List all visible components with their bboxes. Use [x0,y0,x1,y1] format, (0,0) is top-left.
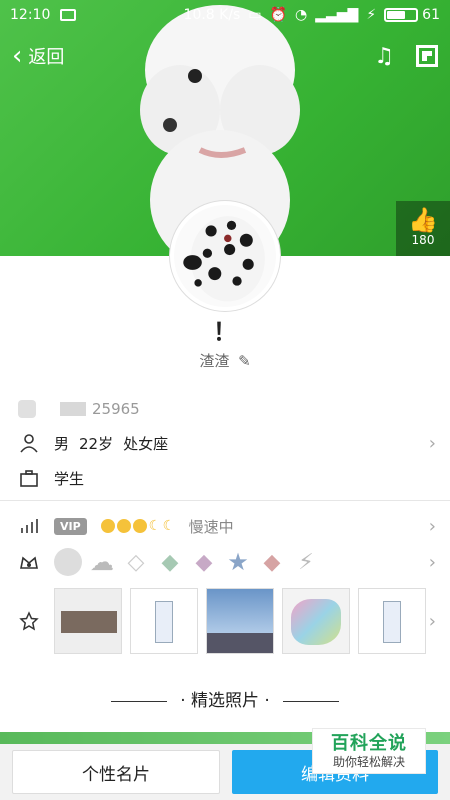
chevron-right-icon: › [428,551,436,573]
wifi-icon: ◔ [295,7,308,23]
moon-icon: ☾ [148,518,162,534]
vip-speed: 慢速中 [188,517,234,536]
level-icons: ☾ ☾ [100,518,177,534]
back-label: 返回 [28,47,65,68]
badges-row[interactable]: ☁ ◇ ◆ ◆ ★ ◆ ⚡ › [0,546,450,578]
featured-photos-header: · 精选照片 · [0,686,450,711]
photos-row[interactable]: › [0,586,450,656]
account-row: 25965 [0,394,450,424]
vip-row[interactable]: VIP ☾ ☾ 慢速中 › [0,512,450,540]
watermark-title: 百科全说 [331,733,407,754]
age: 22岁 [79,434,114,453]
avatar[interactable] [170,201,280,311]
penguin-badge-icon [54,548,82,576]
star-outline-icon [18,610,40,632]
charging-icon: ⚡ [366,7,377,23]
watermark-logo: 百科全说 助你轻松解决 [312,728,426,774]
chevron-right-icon: › [428,515,436,537]
screenshot-icon [60,9,77,21]
person-icon [18,432,40,454]
divider-line [283,700,340,702]
dalmatian-avatar-image [174,205,276,307]
thumbs-up-icon: 👍 [408,206,438,234]
lightning-badge-icon: ⚡ [298,549,314,575]
chevron-left-icon: ‹ [12,41,23,71]
like-count: 180 [411,233,435,247]
dot: · [264,691,270,711]
diamond-green-badge-icon: ◆ [161,549,179,575]
divider-line [110,700,167,702]
nickname: ！ [213,318,237,346]
sun-icon [116,519,131,533]
section-title: 精选照片 [191,691,259,711]
edit-pencil-icon[interactable]: ✎ [238,352,251,370]
account-mask [60,402,86,416]
account-number: 25965 [92,400,140,418]
dot: · [180,691,186,711]
sun-icon [100,519,115,533]
sun-icon [132,519,147,533]
briefcase-icon [18,467,40,489]
diamond-purple-badge-icon: ◆ [195,549,213,575]
profile-card-button[interactable]: 个性名片 [12,750,220,794]
status-time: 12:10 [10,7,51,23]
gem-badge-icon: ◆ [263,549,281,575]
back-button[interactable]: ‹ 返回 [12,43,64,69]
occupation: 学生 [54,469,85,488]
vip-badge: VIP [54,517,87,535]
section-divider [0,500,450,501]
net-speed: 10.8 K/s [183,7,241,23]
photo-thumbnail[interactable] [358,588,426,654]
cloud-badge-icon: ☁ [90,548,114,576]
level-chart-icon [18,515,40,537]
gender: 男 [54,434,70,453]
photo-thumbnails [54,588,426,654]
alarm-icon: ⏰ [269,7,288,23]
like-button[interactable]: 👍 180 [396,201,450,256]
remark-line[interactable]: 渣渣 ✎ [0,350,450,371]
basic-info-row[interactable]: 男 22岁 处女座 › [0,428,450,458]
qr-code-icon[interactable] [416,45,438,67]
status-bar: 12:10 10.8 K/s ▭ ⏰ ◔ ▂▃▅▇ ⚡ 61 [0,0,450,30]
remark-text: 渣渣 [199,352,230,370]
crown-icon [18,551,40,573]
photo-thumbnail[interactable] [130,588,198,654]
diamond-badge-icon: ◇ [127,549,145,575]
music-icon[interactable]: ♫ [374,44,394,69]
watermark-subtitle: 助你轻松解决 [332,755,405,769]
account-icon [18,400,36,418]
moon-icon: ☾ [162,518,176,534]
vibrate-icon: ▭ [248,7,262,23]
occupation-row[interactable]: 学生 [0,463,450,493]
battery-icon [384,8,419,22]
battery: 61 [384,7,440,23]
signal-icon: ▂▃▅▇ [315,7,359,23]
photo-thumbnail[interactable] [282,588,350,654]
photo-thumbnail[interactable] [54,588,122,654]
zodiac: 处女座 [123,434,169,453]
battery-percent: 61 [422,7,440,23]
star-badge-icon: ★ [227,548,249,576]
photo-thumbnail[interactable] [206,588,274,654]
chevron-right-icon: › [428,432,436,454]
top-nav: ‹ 返回 ♫ [0,36,450,76]
chevron-right-icon: › [428,610,436,632]
